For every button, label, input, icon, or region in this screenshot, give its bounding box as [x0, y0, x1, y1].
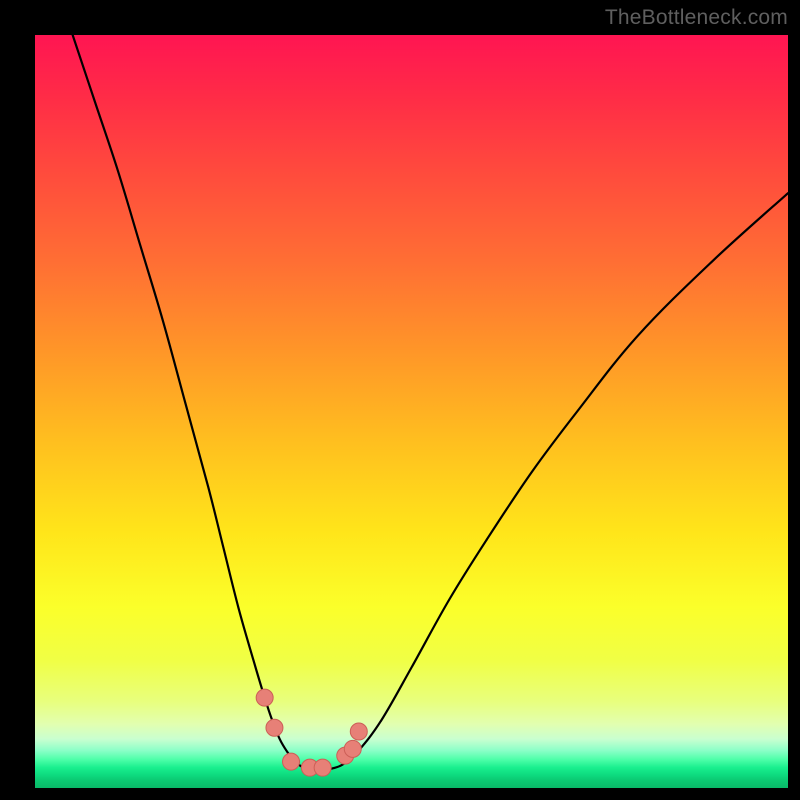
curve-marker — [283, 753, 300, 770]
chart-frame: TheBottleneck.com — [0, 0, 800, 800]
curve-marker — [350, 723, 367, 740]
watermark-text: TheBottleneck.com — [605, 6, 788, 30]
bottleneck-curve — [73, 35, 788, 770]
curve-marker — [256, 689, 273, 706]
curve-marker — [344, 740, 361, 757]
curve-marker — [266, 719, 283, 736]
plot-area — [35, 35, 788, 788]
curve-marker — [314, 759, 331, 776]
curve-markers — [256, 689, 367, 776]
curve-layer — [35, 35, 788, 788]
